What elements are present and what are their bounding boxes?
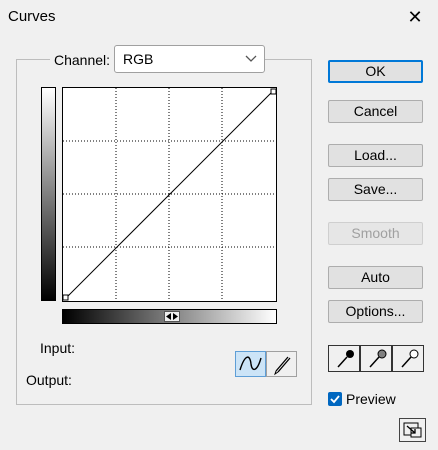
white-point-eyedropper[interactable] [392, 345, 424, 372]
eyedropper-gray-icon [369, 349, 387, 368]
ok-button[interactable]: OK [328, 60, 423, 83]
smooth-button[interactable]: Smooth [328, 222, 423, 245]
preview-checkbox[interactable] [328, 392, 342, 406]
window-title: Curves [8, 8, 56, 25]
save-button[interactable]: Save... [328, 178, 423, 201]
output-gradient-bar [41, 87, 56, 301]
curve-graph[interactable] [62, 87, 277, 302]
curve-tool-button[interactable] [235, 351, 266, 377]
chevron-down-icon [243, 52, 259, 66]
eyedropper-black-icon [337, 350, 354, 368]
cancel-button[interactable]: Cancel [328, 100, 423, 123]
pencil-icon [274, 356, 291, 376]
pencil-tool-button[interactable] [266, 351, 297, 377]
load-button[interactable]: Load... [328, 144, 423, 167]
preview-label[interactable]: Preview [346, 391, 396, 407]
curve-icon [239, 356, 262, 371]
input-label: Input: [40, 340, 76, 356]
output-label: Output: [26, 372, 72, 388]
curve-point-black[interactable] [63, 294, 69, 301]
auto-button[interactable]: Auto [328, 266, 423, 289]
checkmark-icon [330, 395, 340, 404]
input-gradient-bar [62, 309, 277, 324]
eyedropper-white-icon [401, 349, 419, 368]
black-point-eyedropper[interactable] [328, 345, 360, 372]
close-icon[interactable]: ✕ [400, 4, 430, 30]
channel-select-value: RGB [123, 51, 154, 67]
expand-view-button[interactable] [399, 418, 426, 442]
gray-point-eyedropper[interactable] [360, 345, 392, 372]
channel-label: Channel: [50, 52, 115, 68]
options-button[interactable]: Options... [328, 300, 423, 323]
resize-icon [403, 422, 422, 438]
curve-point-white[interactable] [270, 88, 276, 95]
title-bar [0, 0, 438, 34]
gradient-direction-toggle[interactable] [164, 311, 180, 322]
channel-select[interactable]: RGB [114, 45, 265, 73]
